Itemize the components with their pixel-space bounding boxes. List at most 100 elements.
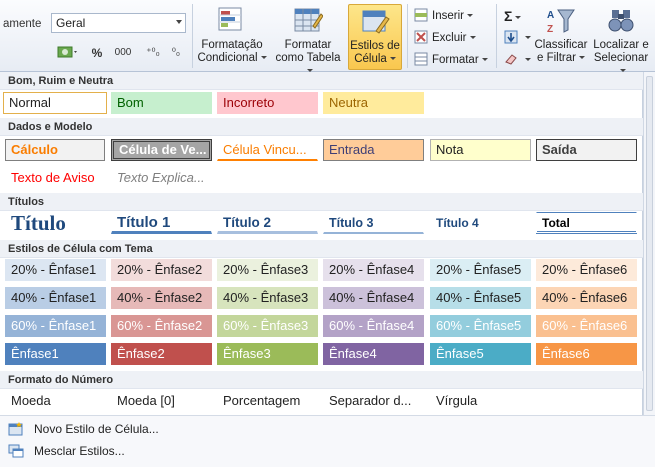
eraser-icon [505,54,517,65]
cell-styles-icon [360,7,390,37]
style-neutral[interactable]: Neutra [323,92,424,114]
style-percent[interactable]: Porcentagem [217,390,318,412]
increase-decimal-button[interactable]: ⁺⁰₀ [143,43,163,63]
chevron-down-icon [176,20,182,24]
style-themed-cell[interactable]: Ênfase4 [323,343,424,365]
svg-text:A: A [547,10,554,21]
dropdown-arrow-icon [469,36,476,39]
style-themed-cell[interactable]: 20% - Ênfase5 [430,259,531,281]
dropdown-arrow-icon [525,58,531,61]
decrease-decimal-button[interactable]: ⁰₀ [166,43,186,63]
section-titles: Títulos [0,193,643,211]
conditional-format-icon [217,6,247,36]
format-label: Formatar [432,54,479,66]
gallery-scrollbar[interactable] [643,72,655,415]
accounting-format-button[interactable] [53,43,83,63]
autosum-button[interactable]: Σ [504,6,522,26]
style-warning-text[interactable]: Texto de Aviso [5,167,109,189]
style-bad[interactable]: Incorreto [217,92,318,114]
cell-styles-button[interactable]: Estilos de Célula [348,4,402,70]
style-input[interactable]: Entrada [323,139,424,161]
section-data-model: Dados e Modelo [0,118,643,136]
scrollbar-thumb[interactable] [646,76,653,411]
style-title[interactable]: Título [5,210,106,236]
clear-button[interactable] [504,50,531,70]
find-select-line2: Selecionar [593,52,649,64]
style-themed-cell[interactable]: 60% - Ênfase3 [217,315,318,337]
number-format-dropdown[interactable]: Geral [51,13,186,33]
style-themed-cell[interactable]: 40% - Ênfase6 [536,287,637,309]
format-table-line2: como Tabela [275,52,341,64]
currency-icon [57,46,77,58]
style-themed-cell[interactable]: 20% - Ênfase4 [323,259,424,281]
style-linked-cell[interactable]: Célula Vincu... [217,139,318,161]
style-themed-cell[interactable]: Ênfase3 [217,343,318,365]
dropdown-arrow-icon [466,14,473,17]
merge-styles-icon [8,444,24,458]
delete-cells-button[interactable]: Excluir [414,28,476,48]
fill-button[interactable] [504,28,531,48]
table-style-icon [293,6,324,36]
dropdown-arrow-icon [481,58,488,61]
style-output[interactable]: Saída [536,139,637,161]
style-good[interactable]: Bom [111,92,212,114]
style-themed-cell[interactable]: 60% - Ênfase4 [323,315,424,337]
style-themed-cell[interactable]: 40% - Ênfase2 [111,287,212,309]
style-total[interactable]: Total [536,212,637,234]
style-themed-cell[interactable]: Ênfase5 [430,343,531,365]
style-heading4[interactable]: Título 4 [430,212,531,234]
format-as-table-button[interactable]: Formatar como Tabela [272,4,344,72]
section-themed-styles: Estilos de Célula com Tema [0,240,643,258]
style-themed-cell[interactable]: 60% - Ênfase5 [430,315,531,337]
style-heading3[interactable]: Título 3 [323,212,424,234]
style-heading1[interactable]: Título 1 [111,212,212,234]
merge-styles-label: Mesclar Estilos... [34,444,125,458]
section-number-format: Formato do Número [0,371,643,389]
style-themed-cell[interactable]: 40% - Ênfase5 [430,287,531,309]
group-separator [407,4,408,68]
style-themed-cell[interactable]: Ênfase6 [536,343,637,365]
insert-cells-button[interactable]: Inserir [414,6,473,26]
percent-style-button[interactable]: % [87,43,107,63]
style-currency[interactable]: Moeda [5,390,106,412]
style-themed-cell[interactable]: 20% - Ênfase3 [217,259,318,281]
style-themed-cell[interactable]: 60% - Ênfase6 [536,315,637,337]
style-themed-cell[interactable]: 40% - Ênfase4 [323,287,424,309]
cond-format-line1: Formatação [201,39,263,51]
style-currency-0[interactable]: Moeda [0] [111,390,212,412]
cell-styles-gallery: Bom, Ruim e Neutra Normal Bom Incorreto … [0,72,643,415]
style-comma-0[interactable]: Separador d... [323,390,424,412]
format-cells-button[interactable]: Formatar [414,50,488,70]
style-themed-cell[interactable]: 40% - Ênfase1 [5,287,106,309]
style-themed-cell[interactable]: 40% - Ênfase3 [217,287,318,309]
conditional-formatting-button[interactable]: Formatação Condicional [196,4,268,70]
style-comma[interactable]: Vírgula [430,390,531,412]
new-cell-style-item[interactable]: Novo Estilo de Célula... [0,418,655,440]
new-style-icon [8,422,23,436]
style-normal[interactable]: Normal [3,92,107,114]
svg-text:Z: Z [547,24,553,35]
style-themed-cell[interactable]: Ênfase2 [111,343,212,365]
merge-styles-item[interactable]: Mesclar Estilos... [0,440,655,462]
style-explanatory-text[interactable]: Texto Explica... [111,167,212,189]
style-themed-cell[interactable]: 60% - Ênfase2 [111,315,212,337]
style-note[interactable]: Nota [430,139,531,161]
style-check-cell[interactable]: Célula de Ve... [111,139,212,161]
sort-filter-button[interactable]: A Z Classificar e Filtrar [532,4,590,70]
format-icon [414,52,428,66]
style-themed-cell[interactable]: 20% - Ênfase6 [536,259,637,281]
style-themed-cell[interactable]: 60% - Ênfase1 [5,315,106,337]
fill-down-icon [504,30,518,44]
comma-style-button[interactable]: 000 [110,43,136,63]
sort-filter-line1: Classificar [534,39,588,51]
dropdown-arrow-icon [260,56,267,59]
style-themed-cell[interactable]: Ênfase1 [5,343,106,365]
cell-styles-line2: Célula [354,53,387,65]
style-heading2[interactable]: Título 2 [217,212,318,234]
style-themed-cell[interactable]: 20% - Ênfase1 [5,259,106,281]
dropdown-arrow-icon [525,36,531,39]
dropdown-arrow-icon [389,57,396,60]
style-calculation[interactable]: Cálculo [5,139,105,161]
find-select-button[interactable]: Localizar e Selecionar [590,4,652,72]
style-themed-cell[interactable]: 20% - Ênfase2 [111,259,212,281]
